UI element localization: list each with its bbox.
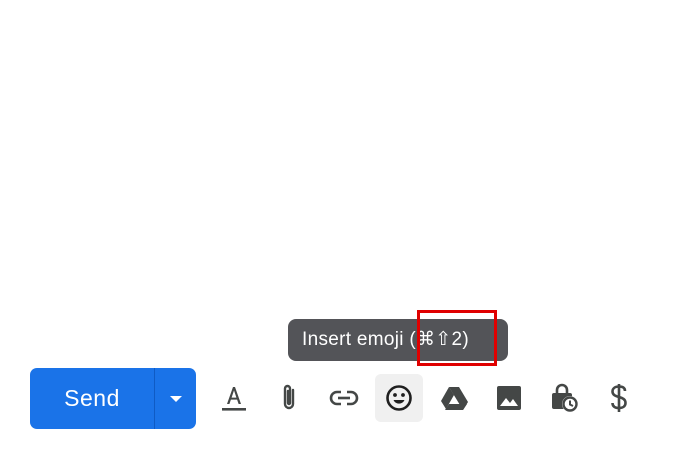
insert-link-icon [329, 390, 359, 406]
send-button-group: Send [30, 368, 196, 429]
google-drive-button[interactable] [430, 374, 478, 422]
confidential-mode-icon [552, 383, 578, 412]
formatting-options-button[interactable] [210, 374, 258, 422]
request-money-icon [611, 384, 627, 412]
insert-photo-icon [497, 386, 521, 410]
message-body[interactable] [0, 0, 680, 300]
more-send-options-button[interactable] [155, 368, 196, 429]
send-button[interactable]: Send [30, 368, 154, 429]
caret-down-icon [169, 395, 182, 402]
compose-window: Insert emoji (⌘⇧2) Send [0, 0, 680, 454]
google-drive-icon [441, 387, 468, 410]
insert-emoji-button[interactable] [375, 374, 423, 422]
request-money-button[interactable] [595, 374, 643, 422]
attach-files-icon [283, 384, 295, 410]
confidential-mode-button[interactable] [540, 374, 588, 422]
attach-files-button[interactable] [265, 374, 313, 422]
insert-photo-button[interactable] [485, 374, 533, 422]
formatting-options-icon [222, 387, 246, 411]
shortcut-highlight [417, 310, 497, 366]
insert-emoji-icon [386, 385, 412, 411]
insert-link-button[interactable] [320, 374, 368, 422]
